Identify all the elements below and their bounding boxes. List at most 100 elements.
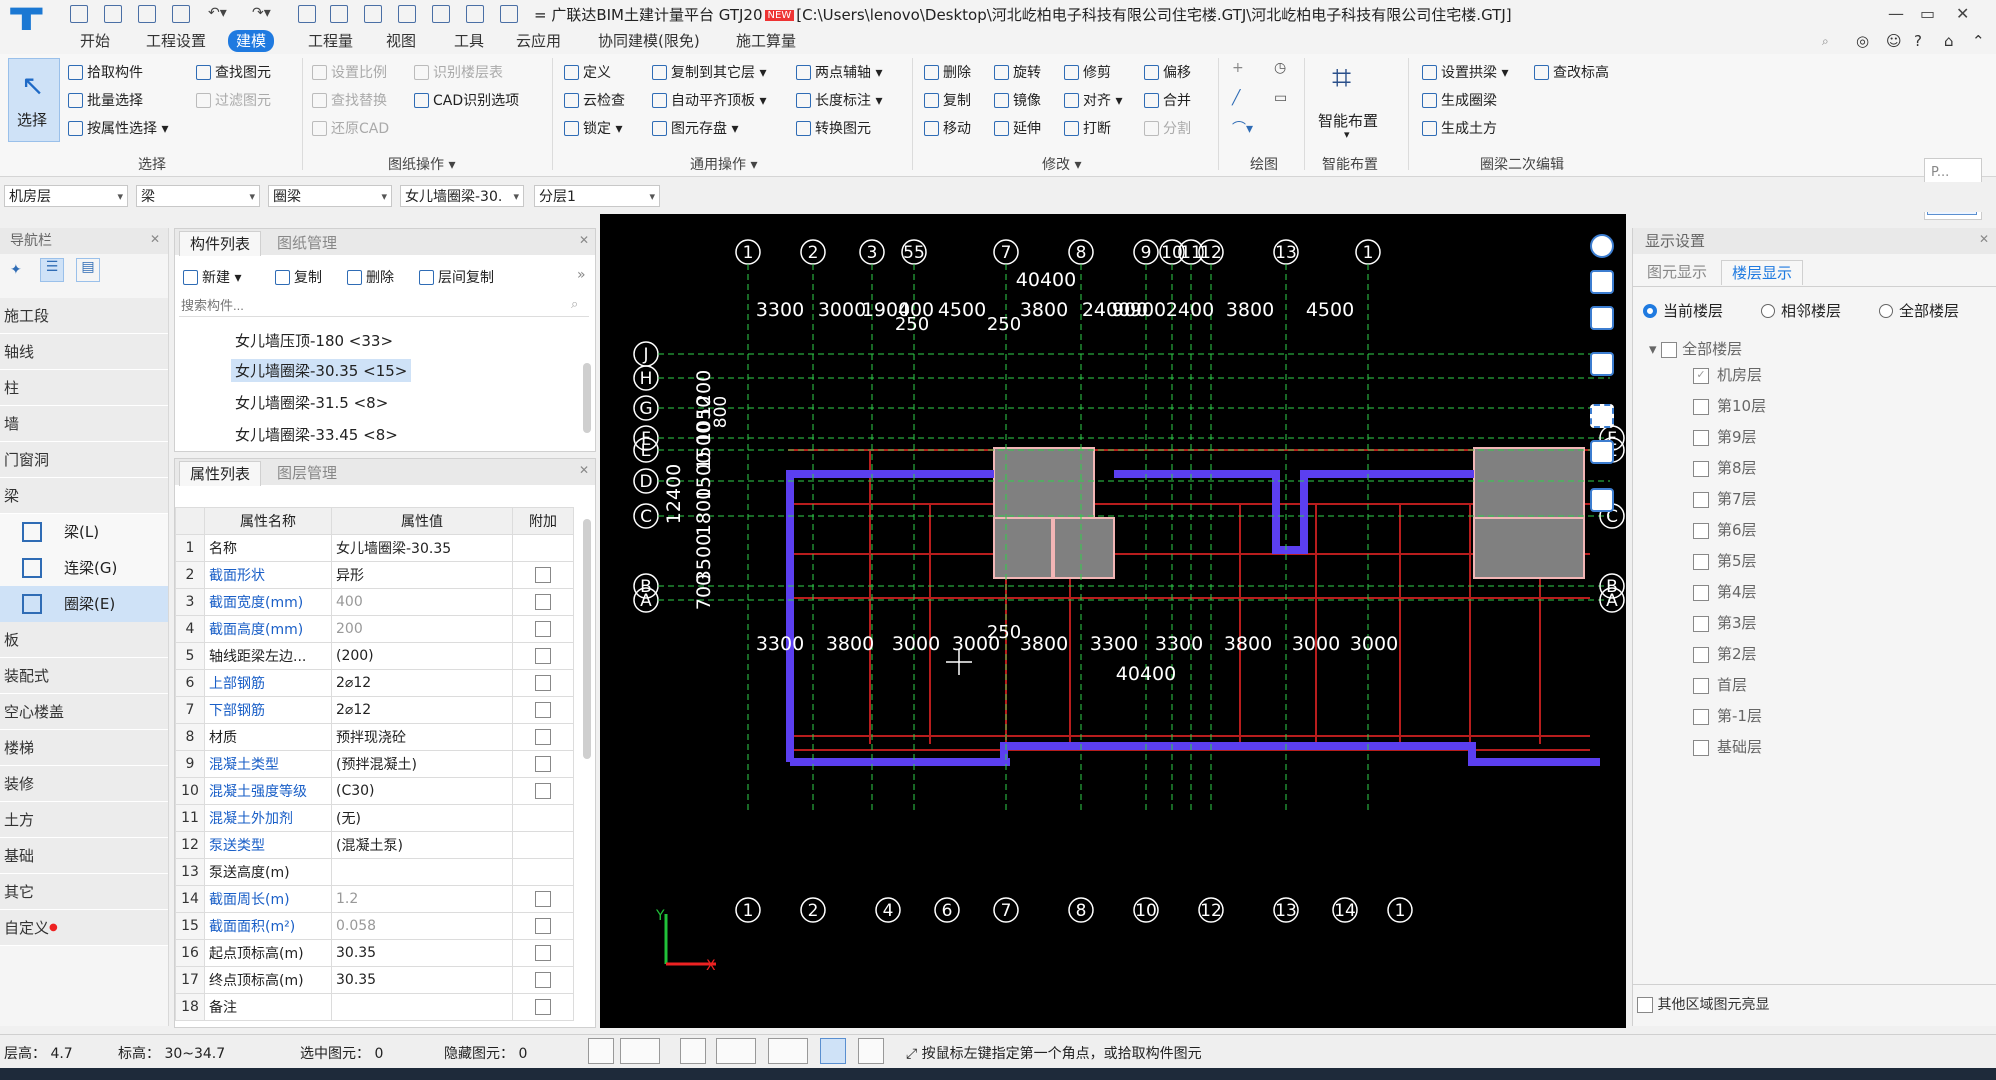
drawing-canvas[interactable]: 1 2 3 55 7 8 9 10 11 12 13 1 1 2 4 6 7 8 10 12 13 14 1 JHGFED… <box>600 214 1626 1028</box>
property-value[interactable]: (无) <box>331 804 513 832</box>
set-arch-beam-button[interactable]: 设置拱梁 ▾ <box>1422 62 1508 82</box>
generate-ring-beam-button[interactable]: 生成圈梁 <box>1422 90 1497 110</box>
radio-current-floor[interactable]: 当前楼层 <box>1643 300 1723 321</box>
pick-component-button[interactable]: 拾取构件 <box>68 62 143 82</box>
floor-item[interactable]: 第9层 <box>1693 426 1757 447</box>
checkbox[interactable] <box>1693 553 1709 570</box>
floor-plan-drawing[interactable]: 1 2 3 55 7 8 9 101112 13 1 1 2 4 6 7 8 10 12 13 14 1 JHGFED… <box>600 214 1626 1028</box>
table-row[interactable]: 5 轴线距梁左边... (200) <box>175 642 574 670</box>
property-value[interactable]: 30.35 <box>331 939 513 967</box>
minimize-button[interactable]: — <box>1888 4 1904 23</box>
nav-sub-ring-beam[interactable]: 圈梁(E) <box>0 586 168 622</box>
find-replace-button[interactable]: 查找替换 <box>312 90 387 110</box>
undo-icon[interactable]: ↶▾ <box>208 5 227 21</box>
cloud-check-button[interactable]: 云检查 <box>564 90 625 110</box>
list-item[interactable]: 女儿墙圈梁-31.5 <8> <box>231 391 392 414</box>
tab-modeling[interactable]: 建模 <box>228 30 275 52</box>
search-icon[interactable]: ⌕ <box>1814 30 1837 52</box>
checkbox[interactable]: ✓ <box>1693 367 1709 384</box>
check-elevation-button[interactable]: 查改标高 <box>1534 62 1609 82</box>
ortho-icon[interactable] <box>588 1038 614 1064</box>
3d-view-icon[interactable] <box>1590 270 1614 294</box>
nav-item-stairs[interactable]: 楼梯 <box>0 730 168 766</box>
table-row[interactable]: 16 起点顶标高(m) 30.35 <box>175 939 574 967</box>
restore-cad-button[interactable]: 还原CAD <box>312 118 389 138</box>
tab-floor-display[interactable]: 楼层显示 <box>1721 260 1804 285</box>
auto-align-button[interactable]: 自动平齐顶板 ▾ <box>652 90 766 110</box>
detail-view-icon[interactable]: ▤ <box>76 258 100 282</box>
tab-construction[interactable]: 施工算量 <box>728 30 804 52</box>
floor-item[interactable]: 第2层 <box>1693 643 1757 664</box>
tab-cloud[interactable]: 云应用 <box>508 30 569 52</box>
clock-icon[interactable]: ◷ <box>1274 60 1286 76</box>
offset-button[interactable]: 偏移 <box>1144 62 1191 82</box>
checkbox[interactable] <box>1693 677 1709 694</box>
tab-view[interactable]: 视图 <box>378 30 424 52</box>
cross-snap-icon[interactable] <box>680 1038 706 1064</box>
radio-all-floors[interactable]: 全部楼层 <box>1879 300 1959 321</box>
redo-icon[interactable]: ↷▾ <box>252 5 271 21</box>
layout-icon[interactable] <box>398 5 416 23</box>
checkbox[interactable] <box>535 594 551 610</box>
filter-element-button[interactable]: 过滤图元 <box>196 90 271 110</box>
close-button[interactable]: ✕ <box>1956 4 1969 23</box>
nav-item-hollow-floor[interactable]: 空心楼盖 <box>0 694 168 730</box>
checkbox[interactable] <box>1637 997 1653 1013</box>
generate-earthwork-button[interactable]: 生成土方 <box>1422 118 1497 138</box>
nav-item-decoration[interactable]: 装修 <box>0 766 168 802</box>
checkbox[interactable] <box>535 783 551 799</box>
checkbox[interactable] <box>1661 341 1678 358</box>
lock-button[interactable]: 锁定 ▾ <box>564 118 622 138</box>
property-value[interactable]: 女儿墙圈梁-30.35 <box>331 534 513 562</box>
checkbox[interactable] <box>1693 739 1709 756</box>
selection-icon[interactable] <box>820 1038 846 1064</box>
nav-item-openings[interactable]: 门窗洞 <box>0 442 168 478</box>
copy-to-floor-button[interactable]: 复制到其它层 ▾ <box>652 62 766 82</box>
property-value[interactable]: (C30) <box>331 777 513 805</box>
component-search-input[interactable] <box>179 295 589 317</box>
nav-item-wall[interactable]: 墙 <box>0 406 168 442</box>
new-component-button[interactable]: 新建 ▾ <box>183 267 241 287</box>
property-value[interactable]: 400 <box>331 588 513 616</box>
table-row[interactable]: 3 截面宽度(mm) 400 <box>175 588 574 616</box>
close-icon[interactable]: ✕ <box>579 463 589 477</box>
tab-property-list[interactable]: 属性列表 <box>179 461 262 486</box>
close-icon[interactable]: ✕ <box>1979 232 1989 246</box>
nav-item-construction-section[interactable]: 施工段 <box>0 298 168 334</box>
modify-group-label[interactable]: 修改 ▾ <box>1042 154 1081 174</box>
property-value[interactable]: 预拌现浇砼 <box>331 723 513 751</box>
property-value[interactable]: (预拌混凝土) <box>331 750 513 778</box>
collapse-icon[interactable]: ⌃ <box>1964 30 1993 52</box>
checkbox[interactable] <box>1693 708 1709 725</box>
list-item-selected[interactable]: 女儿墙圈梁-30.35 <15> <box>231 359 412 382</box>
checkbox[interactable] <box>1693 460 1709 477</box>
subtype-select[interactable]: 圈梁 <box>268 185 392 207</box>
floor-item[interactable]: 第8层 <box>1693 457 1757 478</box>
more-icon[interactable]: » <box>577 267 586 283</box>
pin-icon[interactable]: ✦ <box>10 262 22 278</box>
floor-item[interactable]: 基础层 <box>1693 736 1762 757</box>
orbit-icon[interactable] <box>1590 234 1614 258</box>
checkbox[interactable] <box>535 918 551 934</box>
nav-item-other[interactable]: 其它 <box>0 874 168 910</box>
table-row[interactable]: 6 上部钢筋 2⌀12 <box>175 669 574 697</box>
line-draw-icon[interactable]: ╱ <box>1232 90 1240 106</box>
move-button[interactable]: 移动 <box>924 118 971 138</box>
convert-element-button[interactable]: 转换图元 <box>796 118 871 138</box>
list-item[interactable]: 女儿墙圈梁-33.45 <8> <box>231 423 402 446</box>
tab-start[interactable]: 开始 <box>72 30 118 52</box>
nav-item-earthwork[interactable]: 土方 <box>0 802 168 838</box>
mirror-button[interactable]: 镜像 <box>994 90 1041 110</box>
table-row[interactable]: 15 截面面积(m²) 0.058 <box>175 912 574 940</box>
checkbox[interactable] <box>1693 615 1709 632</box>
grid-icon[interactable] <box>364 5 382 23</box>
dynamic-input-icon[interactable] <box>768 1038 808 1064</box>
list-item[interactable]: 女儿墙压顶-180 <33> <box>231 329 397 352</box>
property-value[interactable]: 异形 <box>331 561 513 589</box>
nav-item-slab[interactable]: 板 <box>0 622 168 658</box>
scrollbar[interactable] <box>583 363 591 433</box>
arc-draw-icon[interactable]: ⌒▾ <box>1232 118 1253 138</box>
maximize-button[interactable]: ▭ <box>1920 4 1935 23</box>
table-row[interactable]: 14 截面周长(m) 1.2 <box>175 885 574 913</box>
save-element-button[interactable]: 图元存盘 ▾ <box>652 118 738 138</box>
